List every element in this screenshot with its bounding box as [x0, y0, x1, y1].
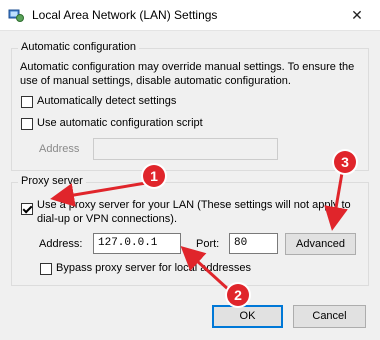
- arrow-2: [180, 245, 231, 292]
- annotation-arrows: [50, 172, 348, 292]
- annotation-marker-1: 1: [143, 165, 165, 187]
- annotation-marker-3: 3: [334, 151, 356, 173]
- annotation-marker-2: 2: [227, 284, 249, 306]
- arrow-1: [50, 181, 147, 207]
- arrow-3: [324, 172, 348, 231]
